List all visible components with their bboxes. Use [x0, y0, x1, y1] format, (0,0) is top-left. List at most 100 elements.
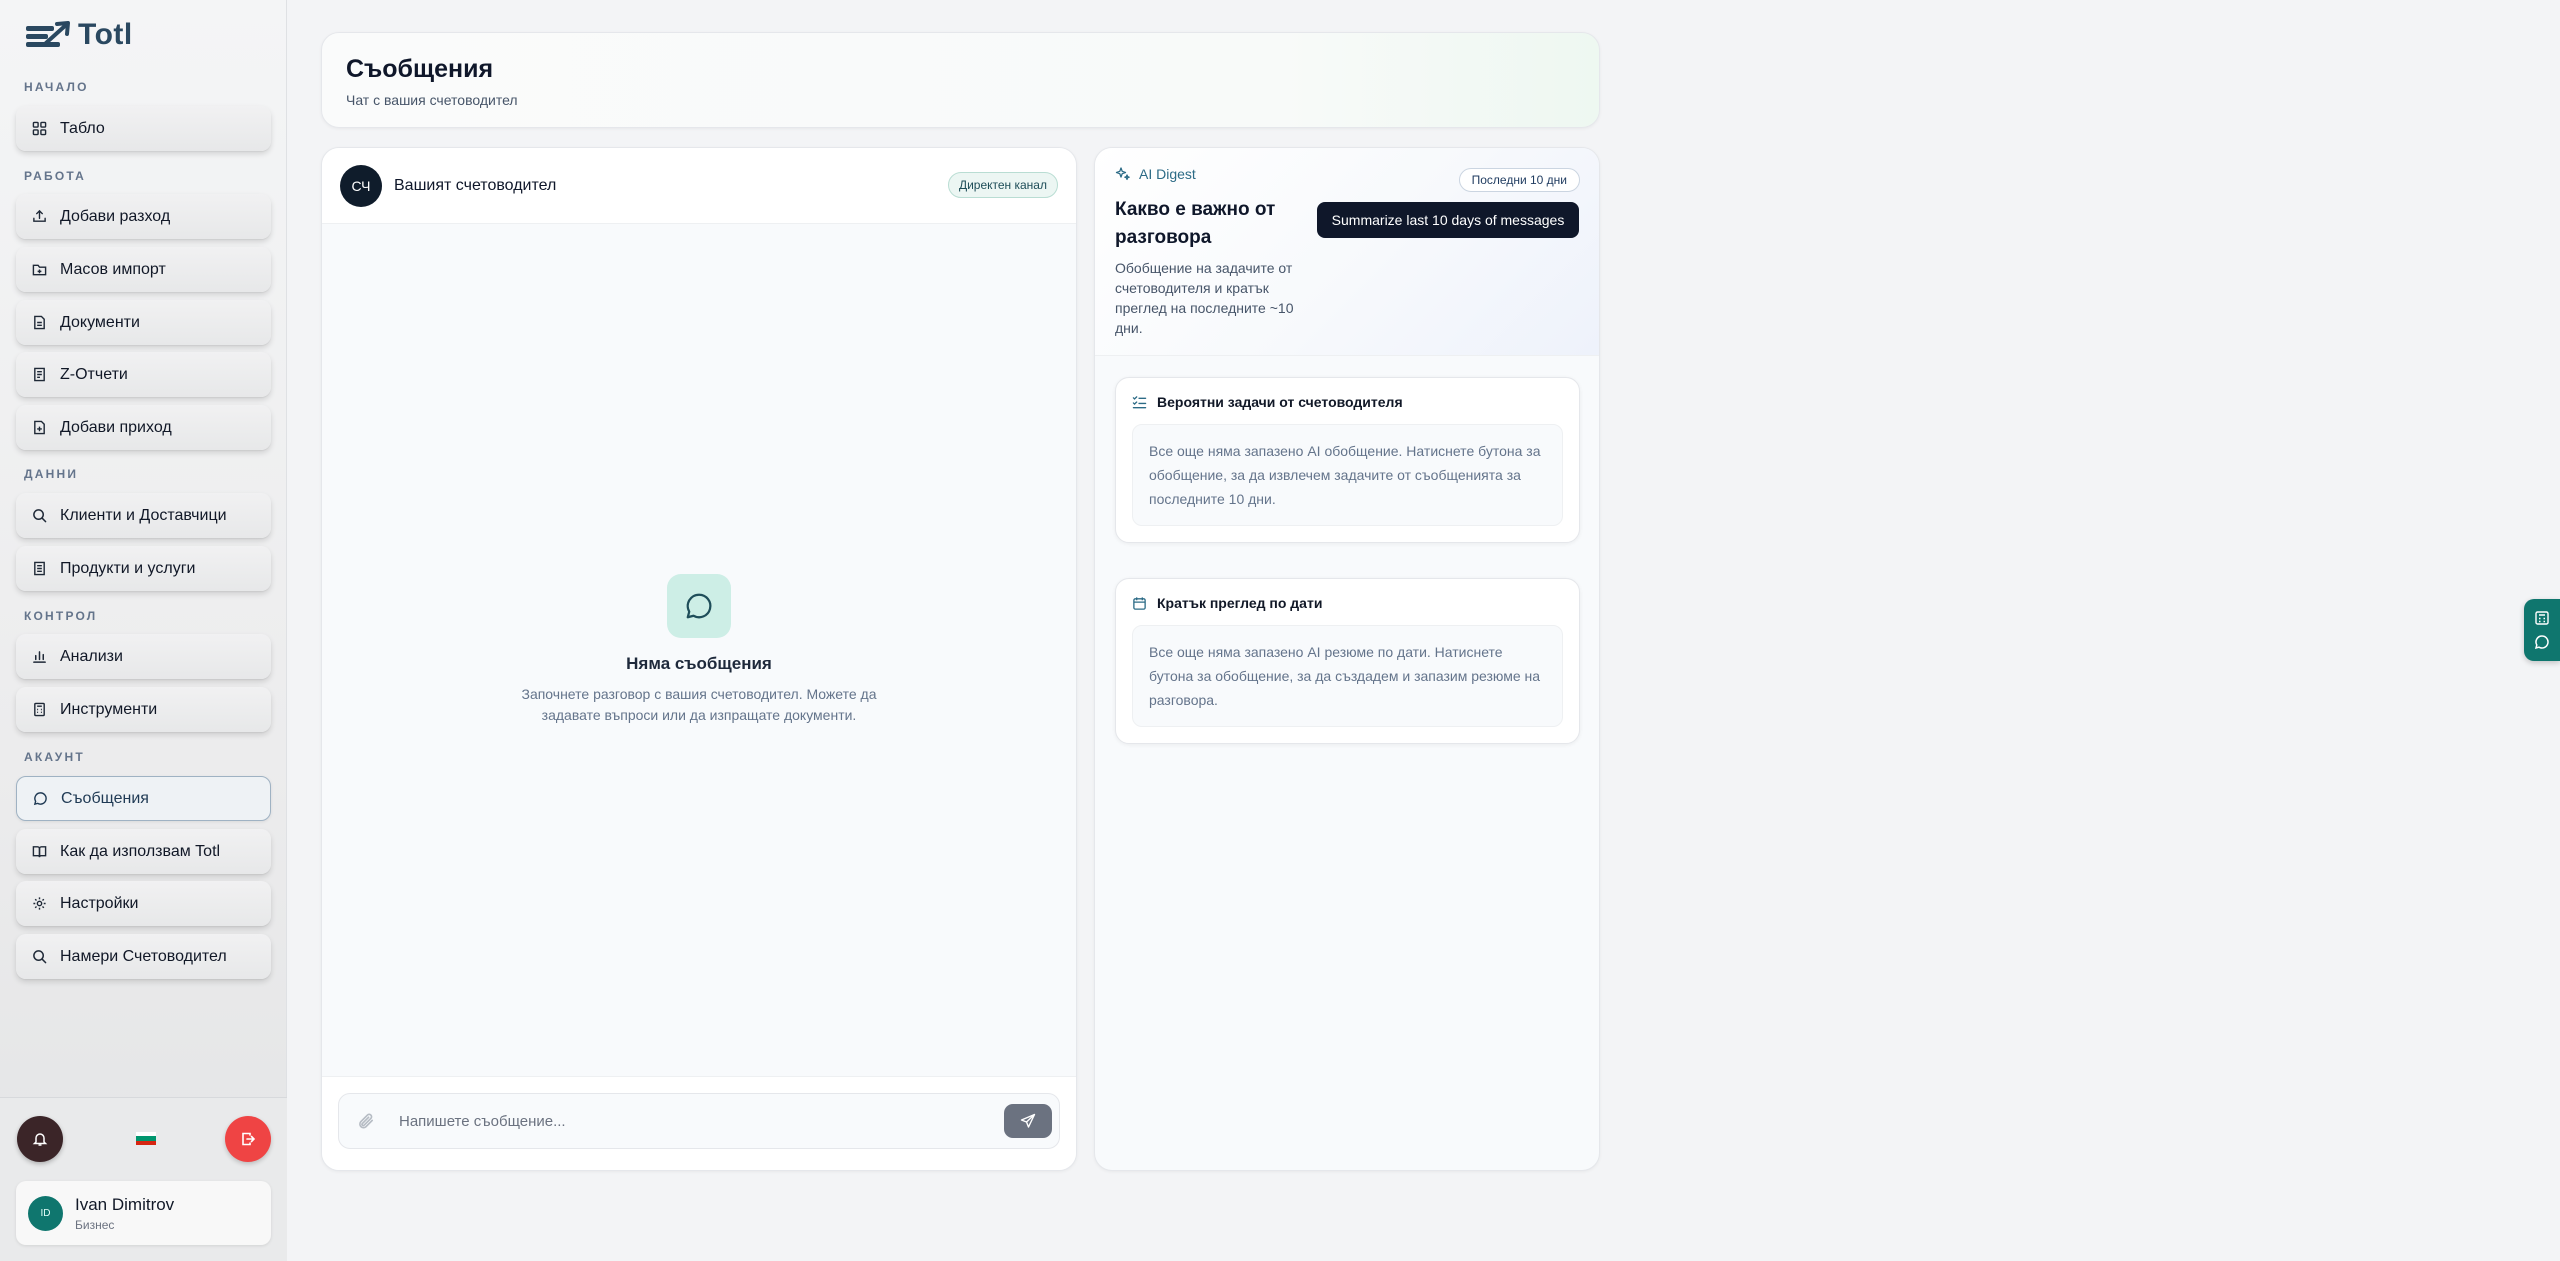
summarize-button[interactable]: Summarize last 10 days of messages — [1317, 202, 1579, 238]
calculator-icon — [34, 702, 45, 717]
empty-state-title: Няма съобщения — [626, 654, 772, 673]
chat-panel: СЧ Вашият счетоводител Директен канал Ня… — [321, 147, 1077, 1171]
sidebar-item-label: Документи — [60, 313, 140, 331]
book-icon — [32, 846, 47, 858]
page-subtitle: Чат с вашия счетоводител — [346, 92, 518, 108]
ai-digest-panel: AI Digest Последни 10 дни Какво е важно … — [1094, 147, 1600, 1171]
sidebar-item-label: Масов импорт — [60, 260, 166, 278]
sidebar-item-label: Табло — [60, 119, 105, 137]
sidebar: Totl НАЧАЛО Табло РАБОТА Добави разход М… — [0, 0, 287, 1261]
calculator-icon — [2535, 611, 2549, 625]
digest-tag-label: AI Digest — [1139, 166, 1196, 182]
checklist-icon — [1132, 395, 1147, 408]
dates-card-body: Все още няма запазено AI резюме по дати.… — [1132, 625, 1563, 727]
brand-name: Totl — [78, 18, 133, 51]
sidebar-item-label: Намери Счетоводител — [60, 947, 227, 965]
empty-chat-icon — [667, 574, 731, 638]
tasks-card-body: Все още няма запазено AI обобщение. Нати… — [1132, 424, 1563, 526]
sidebar-item-z-reports[interactable]: Z-Отчети — [16, 352, 271, 397]
message-input[interactable] — [399, 1112, 1004, 1130]
sidebar-item-dashboard[interactable]: Табло — [16, 106, 271, 151]
digest-title: Какво е важно от разговора — [1115, 199, 1276, 248]
user-plan: Бизнес — [75, 1217, 115, 1232]
sidebar-item-messages[interactable]: Съобщения — [16, 776, 271, 821]
digest-header: AI Digest Последни 10 дни Какво е важно … — [1095, 148, 1599, 356]
logout-icon — [242, 1132, 256, 1146]
sidebar-item-label: Добави приход — [60, 418, 172, 436]
folder-icon — [32, 264, 47, 276]
sidebar-item-how-to[interactable]: Как да използвам Totl — [16, 829, 271, 874]
upload-icon — [33, 209, 46, 222]
sidebar-item-add-income[interactable]: Добави приход — [16, 405, 271, 450]
section-label-work: РАБОТА — [24, 169, 87, 183]
sidebar-item-label: Анализи — [60, 647, 123, 665]
sidebar-item-label: Добави разход — [60, 207, 171, 225]
sidebar-item-label: Инструменти — [60, 700, 158, 718]
dates-card-header: Кратък преглед по дати — [1132, 595, 1563, 611]
empty-state-text: Започнете разговор с вашия счетоводител.… — [521, 686, 877, 723]
chat-bubble-icon — [33, 792, 47, 806]
section-label-control: КОНТРОЛ — [24, 609, 98, 623]
logout-button[interactable] — [225, 1116, 271, 1162]
search-icon — [33, 950, 47, 964]
dashboard-icon — [32, 121, 47, 136]
user-name: Ivan Dimitrov — [75, 1194, 175, 1214]
composer-box — [338, 1093, 1060, 1149]
notifications-button[interactable] — [17, 1116, 63, 1162]
document-plus-icon — [34, 420, 45, 435]
language-flag-bg[interactable] — [136, 1132, 156, 1145]
floating-quick-actions — [2524, 599, 2560, 661]
period-badge: Последни 10 дни — [1458, 168, 1580, 192]
accountant-avatar: СЧ — [340, 164, 382, 207]
calendar-icon — [1133, 596, 1146, 610]
chat-widget-button[interactable] — [2534, 634, 2550, 650]
receipt-icon — [34, 367, 45, 382]
section-label-data: ДАННИ — [24, 467, 79, 481]
sidebar-item-clients[interactable]: Клиенти и Доставчици — [16, 493, 271, 538]
section-label-start: НАЧАЛО — [24, 80, 89, 94]
send-button[interactable] — [1004, 1104, 1052, 1138]
channel-badge: Директен канал — [947, 172, 1058, 198]
sidebar-item-label: Z-Отчети — [60, 365, 128, 383]
digest-description: Обобщение на задачите от счетоводителя и… — [1115, 260, 1294, 336]
empty-state: Няма съобщения Започнете разговор с ваши… — [322, 574, 1076, 726]
calculator-widget-button[interactable] — [2534, 610, 2550, 626]
sparkles-icon — [1115, 167, 1130, 181]
bell-icon — [32, 1133, 48, 1146]
chat-header: СЧ Вашият счетоводител Директен канал — [322, 148, 1076, 224]
user-profile-card[interactable]: ID Ivan Dimitrov Бизнес — [16, 1181, 271, 1245]
page-header: Съобщения Чат с вашия счетоводител — [321, 32, 1600, 128]
dates-card-title: Кратък преглед по дати — [1157, 595, 1323, 611]
sidebar-item-documents[interactable]: Документи — [16, 300, 271, 345]
message-composer — [322, 1076, 1076, 1170]
logo-icon — [26, 21, 70, 47]
page-title: Съобщения — [346, 55, 494, 83]
dates-card: Кратък преглед по дати Все още няма запа… — [1115, 578, 1580, 744]
avatar: ID — [28, 1195, 63, 1231]
sidebar-item-find-accountant[interactable]: Намери Счетоводител — [16, 934, 271, 979]
brand-logo[interactable]: Totl — [26, 18, 133, 52]
sidebar-item-label: Настройки — [60, 894, 139, 912]
sidebar-item-label: Продукти и услуги — [60, 559, 196, 577]
chat-bubble-icon — [2534, 635, 2549, 650]
document-icon — [34, 315, 45, 330]
sidebar-item-products[interactable]: Продукти и услуги — [16, 546, 271, 591]
sidebar-item-label: Как да използвам Totl — [60, 842, 221, 860]
chat-title: Вашият счетоводител — [394, 176, 557, 194]
sidebar-item-label: Клиенти и Доставчици — [60, 506, 227, 524]
sidebar-item-add-expense[interactable]: Добави разход — [16, 194, 271, 239]
tasks-card: Вероятни задачи от счетоводителя Все още… — [1115, 377, 1580, 543]
section-label-account: АКАУНТ — [24, 750, 85, 764]
box-icon — [34, 561, 45, 576]
search-icon — [33, 509, 47, 523]
sidebar-item-bulk-import[interactable]: Масов импорт — [16, 247, 271, 292]
sidebar-item-tools[interactable]: Инструменти — [16, 687, 271, 732]
sidebar-item-analytics[interactable]: Анализи — [16, 634, 271, 679]
sidebar-item-label: Съобщения — [61, 789, 149, 807]
send-icon — [1020, 1113, 1036, 1128]
bar-chart-icon — [33, 651, 46, 663]
tasks-card-header: Вероятни задачи от счетоводителя — [1132, 394, 1563, 410]
paperclip-icon[interactable] — [357, 1112, 375, 1130]
sidebar-item-settings[interactable]: Настройки — [16, 881, 271, 926]
tasks-card-title: Вероятни задачи от счетоводителя — [1157, 394, 1403, 410]
